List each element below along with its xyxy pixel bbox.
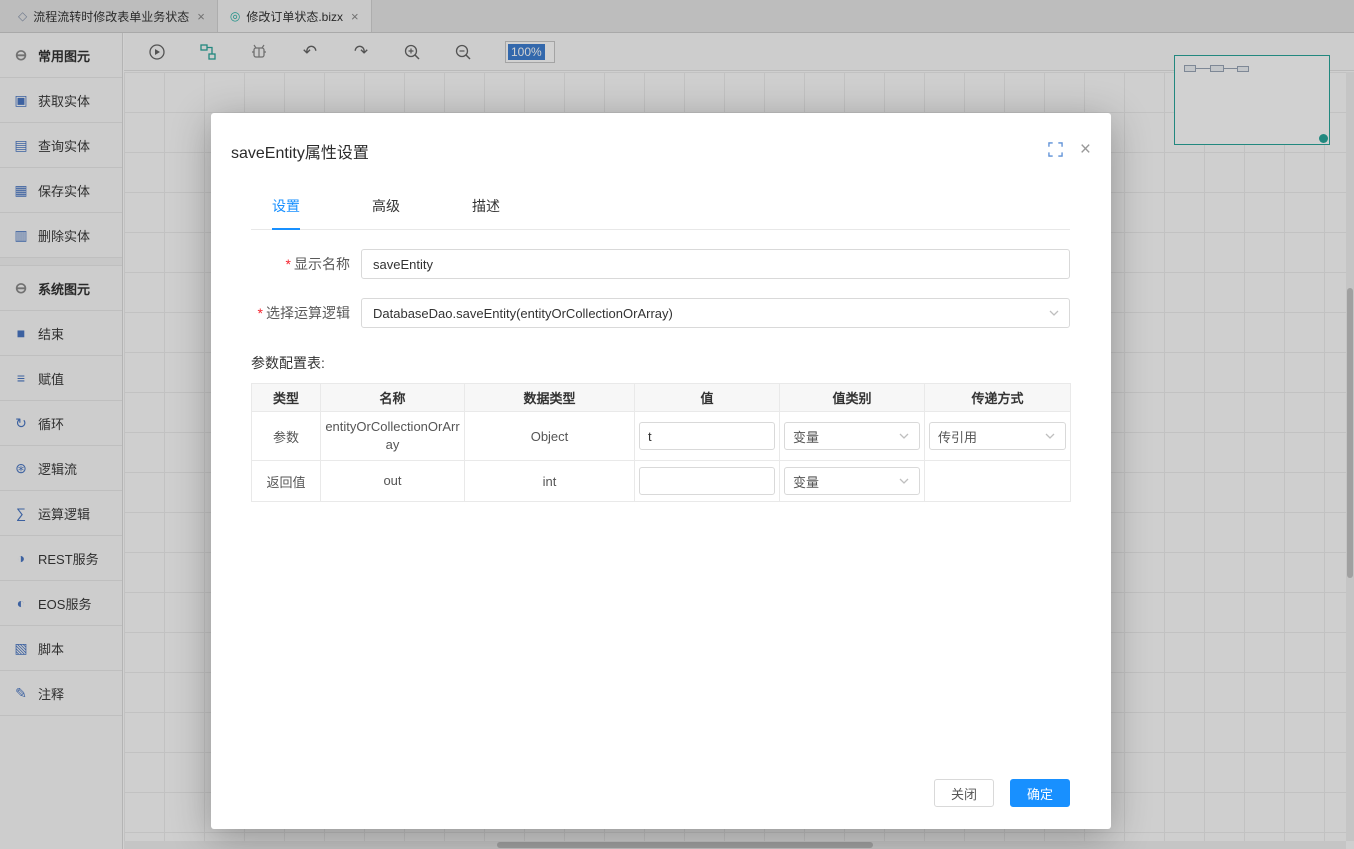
dialog-header: saveEntity属性设置 × bbox=[211, 113, 1111, 163]
cell-name: out bbox=[321, 461, 465, 502]
passing-mode-value: 传引用 bbox=[938, 427, 977, 446]
col-passing-mode: 传递方式 bbox=[925, 384, 1071, 412]
save-entity-properties-dialog: saveEntity属性设置 × 设置 高级 描述 *显示名称 *选择运算逻辑 … bbox=[211, 113, 1111, 829]
dialog-footer: 关闭 确定 bbox=[934, 779, 1070, 807]
param-table-header-row: 类型 名称 数据类型 值 值类别 传递方式 bbox=[252, 384, 1071, 412]
col-data-type: 数据类型 bbox=[465, 384, 635, 412]
ok-button[interactable]: 确定 bbox=[1010, 779, 1070, 807]
passing-mode-select[interactable]: 传引用 bbox=[929, 422, 1066, 450]
logic-select[interactable]: DatabaseDao.saveEntity(entityOrCollectio… bbox=[361, 298, 1070, 328]
param-table-label: 参数配置表: bbox=[251, 353, 1070, 373]
value-category-select[interactable]: 变量 bbox=[784, 422, 920, 450]
close-icon[interactable]: × bbox=[1080, 140, 1091, 159]
return-row: 返回值 out int 变量 bbox=[252, 461, 1071, 502]
cell-type: 参数 bbox=[252, 412, 321, 461]
required-mark: * bbox=[258, 305, 263, 321]
col-value: 值 bbox=[635, 384, 780, 412]
display-name-input[interactable] bbox=[361, 249, 1070, 279]
tab-settings[interactable]: 设置 bbox=[272, 196, 300, 230]
cell-data-type: int bbox=[465, 461, 635, 502]
logic-label: *选择运算逻辑 bbox=[251, 303, 361, 323]
param-row: 参数 entityOrCollectionOrArray Object 变量 bbox=[252, 412, 1071, 461]
col-type: 类型 bbox=[252, 384, 321, 412]
col-name: 名称 bbox=[321, 384, 465, 412]
cell-data-type: Object bbox=[465, 412, 635, 461]
fullscreen-icon[interactable] bbox=[1048, 142, 1063, 157]
cell-passing-mode-empty bbox=[925, 461, 1071, 502]
chevron-down-icon bbox=[1048, 307, 1060, 319]
tab-description[interactable]: 描述 bbox=[472, 196, 500, 229]
cell-name: entityOrCollectionOrArray bbox=[321, 412, 465, 461]
value-category-value: 变量 bbox=[793, 472, 819, 491]
close-button[interactable]: 关闭 bbox=[934, 779, 994, 807]
return-value-input[interactable] bbox=[639, 467, 775, 495]
required-mark: * bbox=[286, 256, 291, 272]
chevron-down-icon bbox=[898, 475, 910, 487]
value-category-value: 变量 bbox=[793, 427, 819, 446]
cell-type: 返回值 bbox=[252, 461, 321, 502]
logic-select-value: DatabaseDao.saveEntity(entityOrCollectio… bbox=[373, 306, 673, 321]
dialog-body: *显示名称 *选择运算逻辑 DatabaseDao.saveEntity(ent… bbox=[211, 249, 1111, 502]
value-category-select[interactable]: 变量 bbox=[784, 467, 920, 495]
chevron-down-icon bbox=[898, 430, 910, 442]
dialog-title: saveEntity属性设置 bbox=[231, 145, 369, 162]
param-value-input[interactable] bbox=[639, 422, 775, 450]
col-value-category: 值类别 bbox=[780, 384, 925, 412]
dialog-tabs: 设置 高级 描述 bbox=[251, 196, 1070, 230]
chevron-down-icon bbox=[1044, 430, 1056, 442]
param-table: 类型 名称 数据类型 值 值类别 传递方式 参数 entityOrCollect… bbox=[251, 383, 1071, 502]
tab-advanced[interactable]: 高级 bbox=[372, 196, 400, 229]
display-name-label: *显示名称 bbox=[251, 254, 361, 274]
